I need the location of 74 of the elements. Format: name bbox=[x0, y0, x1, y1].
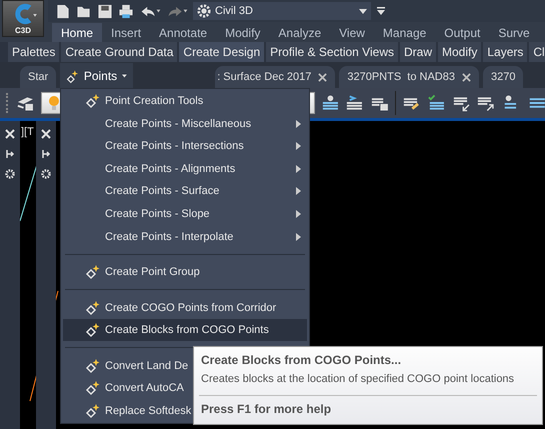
close-icon[interactable] bbox=[318, 72, 328, 82]
ribbon-tab[interactable]: Annotate bbox=[150, 23, 216, 42]
layers-icon[interactable] bbox=[345, 94, 364, 112]
submenu-arrow-icon bbox=[296, 120, 301, 128]
panel-tab[interactable]: Modify bbox=[438, 42, 482, 62]
pin-icon[interactable] bbox=[5, 149, 15, 159]
document-tab[interactable]: : Surface Dec 2017 bbox=[215, 66, 336, 88]
submenu-arrow-icon bbox=[296, 232, 301, 241]
tooltip-description: Creates blocks at the location of specified COGO point locations bbox=[201, 373, 516, 387]
ribbon-tab[interactable]: Insert bbox=[102, 23, 150, 42]
menu-item[interactable]: Create Points - Intersections bbox=[63, 135, 307, 158]
settings-icon[interactable] bbox=[5, 169, 15, 179]
layers-icon[interactable] bbox=[426, 94, 446, 112]
submenu-arrow-icon bbox=[296, 164, 301, 173]
points-dropdown-button[interactable]: Points bbox=[60, 63, 133, 88]
tooltip-help-text: Press F1 for more help bbox=[201, 402, 332, 416]
tooltip-title: Create Blocks from COGO Points... bbox=[201, 353, 402, 369]
customize-menu-icon[interactable] bbox=[376, 6, 386, 16]
points-label: Points bbox=[84, 68, 118, 82]
panel-tab[interactable]: Create Ground Data bbox=[61, 42, 178, 62]
ribbon-tab[interactable]: Home bbox=[52, 23, 102, 42]
menu-item[interactable]: Create Blocks from COGO Points bbox=[63, 318, 307, 342]
ribbon-tab[interactable]: Output bbox=[435, 23, 490, 42]
point-icon bbox=[84, 264, 100, 280]
menu-item[interactable]: Create Points - Alignments bbox=[63, 158, 307, 180]
point-sparkle-icon bbox=[66, 68, 79, 84]
workspace-dropdown[interactable]: Civil 3D bbox=[193, 2, 371, 20]
panel-tab[interactable]: Draw bbox=[400, 42, 436, 62]
menu-item[interactable]: Create Points - Miscellaneous bbox=[63, 112, 307, 136]
application-button[interactable]: C3D bbox=[2, 0, 44, 37]
lightbulb-icon bbox=[48, 95, 60, 111]
viewport-label[interactable]: ][T bbox=[21, 126, 34, 138]
pin-icon[interactable] bbox=[41, 149, 51, 159]
app-label: C3D bbox=[14, 26, 31, 35]
point-icon bbox=[84, 358, 100, 374]
close-icon[interactable] bbox=[41, 129, 51, 139]
new-file-icon[interactable] bbox=[55, 4, 71, 18]
point-icon bbox=[84, 300, 100, 316]
save-icon[interactable] bbox=[97, 4, 113, 18]
point-icon bbox=[84, 93, 100, 110]
ribbon-tab[interactable]: Analyze bbox=[269, 23, 330, 42]
point-icon bbox=[84, 402, 100, 419]
panel-tab[interactable]: Create Design bbox=[179, 42, 264, 62]
menu-item[interactable]: Create COGO Points from Corridor bbox=[63, 296, 307, 319]
point-icon bbox=[84, 322, 100, 338]
menu-item[interactable]: Create Points - Interpolate bbox=[63, 225, 307, 248]
printer-icon[interactable] bbox=[118, 4, 134, 18]
ribbon-tab[interactable]: Manage bbox=[374, 23, 436, 42]
submenu-arrow-icon bbox=[296, 142, 301, 150]
panel-tab[interactable]: Cli bbox=[529, 42, 545, 62]
menu-item[interactable]: Create Points - Slope bbox=[63, 202, 307, 226]
panel-tab[interactable]: Profile & Section Views bbox=[266, 42, 398, 62]
document-tab[interactable]: 3270PNTS to NAD83 bbox=[339, 66, 479, 88]
toolbar-grip[interactable] bbox=[6, 93, 10, 113]
submenu-arrow-icon bbox=[296, 187, 301, 196]
ribbon-tab[interactable]: Modify bbox=[216, 23, 270, 42]
menu-item[interactable]: Create Point Group bbox=[63, 260, 307, 284]
ribbon-tab[interactable]: View bbox=[330, 23, 374, 42]
gear-icon bbox=[197, 4, 211, 18]
document-tab[interactable]: Star bbox=[20, 66, 56, 88]
workspace-label: Civil 3D bbox=[215, 5, 254, 17]
close-icon[interactable] bbox=[5, 129, 15, 139]
menu-item[interactable]: Create Points - Surface bbox=[63, 180, 307, 203]
ribbon-tab[interactable]: Surve bbox=[489, 23, 539, 42]
panel-tab[interactable]: Layers bbox=[483, 42, 528, 62]
settings-icon[interactable] bbox=[41, 169, 51, 179]
submenu-arrow-icon bbox=[296, 210, 301, 218]
caret-icon bbox=[359, 8, 367, 14]
point-icon bbox=[84, 380, 100, 396]
panel-tab[interactable]: Palettes bbox=[8, 42, 60, 62]
layers-icon[interactable] bbox=[320, 94, 340, 112]
caret-icon bbox=[122, 74, 127, 78]
close-icon[interactable] bbox=[462, 72, 471, 82]
document-tab[interactable]: 3270 bbox=[482, 66, 524, 88]
